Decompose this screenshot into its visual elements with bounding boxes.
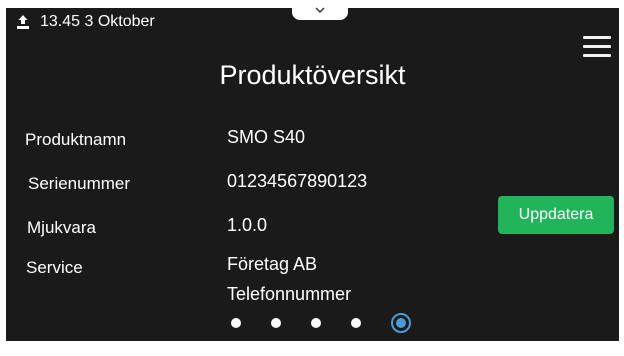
page-indicator	[231, 310, 411, 336]
pull-down-tab[interactable]	[292, 0, 348, 20]
label-serial-number: Serienummer	[28, 174, 131, 193]
upload-icon	[16, 14, 30, 30]
page-dot-3[interactable]	[311, 318, 321, 328]
page-title: Produktöversikt	[219, 60, 406, 90]
label-product-name: Produktnamn	[25, 130, 127, 149]
label-service: Service	[26, 258, 83, 277]
value-serial-number: 01234567890123	[227, 171, 368, 191]
product-overview-screen: 13.45 3 Oktober Produktöversikt Produktn…	[6, 0, 619, 341]
value-service-phone: Telefonnummer	[227, 284, 352, 304]
page-dot-2[interactable]	[271, 318, 281, 328]
value-service-company: Företag AB	[227, 254, 318, 274]
status-datetime: 13.45 3 Oktober	[40, 13, 155, 30]
page-dot-1[interactable]	[231, 318, 241, 328]
status-bar: 13.45 3 Oktober	[16, 11, 155, 33]
value-software-version: 1.0.0	[227, 215, 268, 235]
value-product-name: SMO S40	[227, 127, 306, 147]
label-software: Mjukvara	[27, 218, 96, 237]
hamburger-menu-icon[interactable]	[583, 36, 611, 60]
update-button[interactable]: Uppdatera	[498, 196, 614, 234]
page-dot-5-active[interactable]	[391, 313, 411, 333]
chevron-down-icon	[315, 7, 325, 13]
page-dot-4[interactable]	[351, 318, 361, 328]
